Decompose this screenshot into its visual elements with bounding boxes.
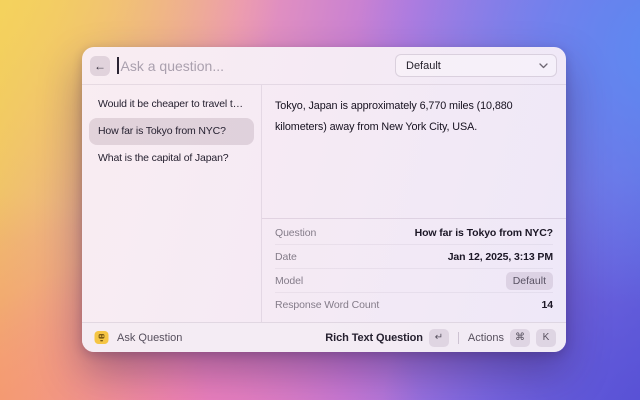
question-list-item[interactable]: What is the capital of Japan?: [89, 145, 254, 172]
actions-button[interactable]: Actions ⌘ K: [468, 329, 556, 347]
chevron-down-icon: [539, 63, 548, 69]
app-title: Ask Question: [117, 332, 182, 344]
primary-action-button[interactable]: Rich Text Question: [325, 332, 423, 344]
metadata-label: Question: [275, 227, 316, 239]
back-button[interactable]: ←: [90, 56, 110, 76]
metadata-section: Question How far is Tokyo from NYC? Date…: [262, 218, 566, 322]
search-placeholder: Ask a question...: [121, 58, 225, 74]
question-list: Would it be cheaper to travel to Euro...…: [82, 85, 262, 322]
answer-panel: Tokyo, Japan is approximately 6,770 mile…: [262, 85, 566, 322]
return-key-icon[interactable]: ↵: [429, 329, 449, 347]
raycast-window: ← Ask a question... Default Would it be …: [82, 47, 566, 352]
model-dropdown[interactable]: Default: [395, 54, 557, 77]
ask-question-icon: [94, 330, 109, 345]
k-key-label: K: [536, 329, 556, 347]
metadata-row: Model Default: [275, 269, 553, 293]
model-dropdown-value: Default: [406, 60, 441, 72]
metadata-row: Question How far is Tokyo from NYC?: [275, 221, 553, 245]
actions-label: Actions: [468, 332, 504, 344]
topbar: ← Ask a question... Default: [82, 47, 566, 85]
metadata-row: Date Jan 12, 2025, 3:13 PM: [275, 245, 553, 269]
metadata-value: 14: [542, 299, 553, 311]
metadata-label: Model: [275, 275, 303, 287]
desktop-background: ← Ask a question... Default Would it be …: [0, 0, 640, 400]
metadata-value: Jan 12, 2025, 3:13 PM: [448, 251, 553, 263]
footer-actions: Rich Text Question ↵ Actions ⌘ K: [325, 329, 556, 347]
metadata-label: Response Word Count: [275, 299, 379, 311]
model-badge: Default: [506, 272, 553, 290]
window-body: Would it be cheaper to travel to Euro...…: [82, 85, 566, 322]
action-bar: Ask Question Rich Text Question ↵ Action…: [82, 322, 566, 352]
metadata-label: Date: [275, 251, 297, 263]
command-key-icon: ⌘: [510, 329, 530, 347]
question-list-item[interactable]: Would it be cheaper to travel to Euro...: [89, 91, 254, 118]
ask-question-input[interactable]: Ask a question...: [117, 57, 395, 74]
text-cursor: [117, 57, 119, 74]
metadata-row: Response Word Count 14: [275, 293, 553, 317]
question-list-item-selected[interactable]: How far is Tokyo from NYC?: [89, 118, 254, 145]
metadata-value: How far is Tokyo from NYC?: [415, 227, 553, 239]
answer-text: Tokyo, Japan is approximately 6,770 mile…: [262, 85, 566, 218]
back-arrow-icon: ←: [94, 59, 106, 73]
divider: [458, 332, 459, 344]
